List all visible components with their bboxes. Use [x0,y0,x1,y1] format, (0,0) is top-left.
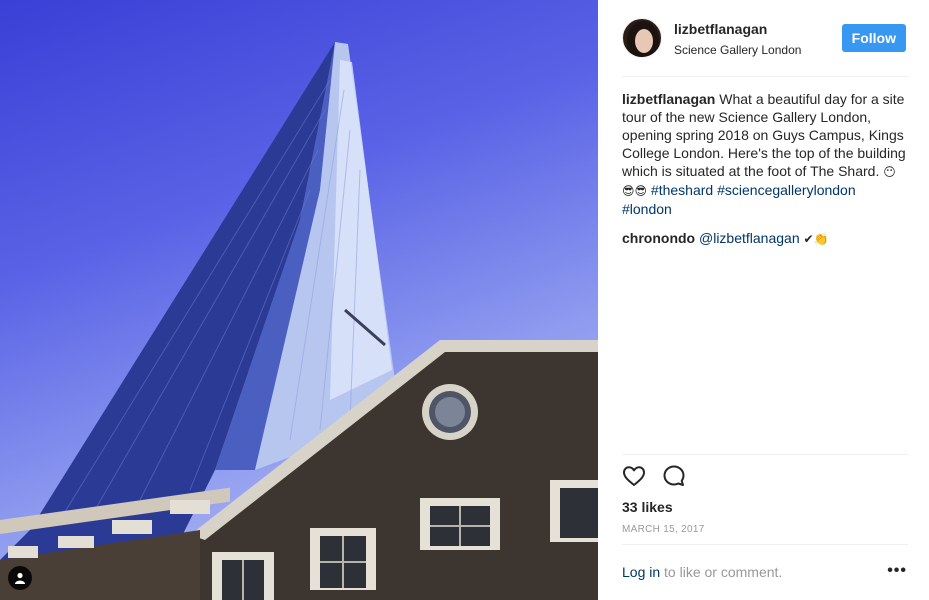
post-actions [622,464,742,492]
hashtag-london[interactable]: #london [622,201,672,217]
actions-divider [622,454,908,455]
comment-author[interactable]: chronondo [622,230,695,246]
post-photo[interactable] [0,0,598,600]
header-location[interactable]: Science Gallery London [674,43,801,57]
post-header: lizbetflanagan Science Gallery London Fo… [622,18,908,76]
comments-list: lizbetflanagan What a beautiful day for … [622,90,908,259]
post-details-panel: lizbetflanagan Science Gallery London Fo… [598,0,929,600]
likes-count[interactable]: 33 likes [622,499,673,515]
login-prompt: Log in to like or comment. [622,564,782,580]
comment-emojis: ✔👏 [803,232,829,246]
comment-icon[interactable] [662,464,686,488]
user-tag-icon[interactable] [8,566,32,590]
hashtag-sciencegallerylondon[interactable]: #sciencegallerylondon [717,182,856,198]
post-date[interactable]: MARCH 15, 2017 [622,524,705,535]
comment: chronondo @lizbetflanagan ✔👏 [622,229,908,248]
caption-author[interactable]: lizbetflanagan [622,91,715,107]
hashtag-theshard[interactable]: #theshard [651,182,713,198]
caption: lizbetflanagan What a beautiful day for … [622,90,908,218]
more-options-icon[interactable]: ••• [887,562,907,580]
comment-mention[interactable]: @lizbetflanagan [699,230,800,246]
login-prompt-text: to like or comment. [664,564,783,580]
avatar[interactable] [622,18,662,58]
login-divider [622,544,908,545]
header-divider [622,76,908,77]
shard-building-photo [0,42,598,600]
follow-button[interactable]: Follow [841,24,906,52]
login-link[interactable]: Log in [622,564,660,580]
header-username[interactable]: lizbetflanagan [674,20,801,38]
heart-icon[interactable] [622,464,646,488]
